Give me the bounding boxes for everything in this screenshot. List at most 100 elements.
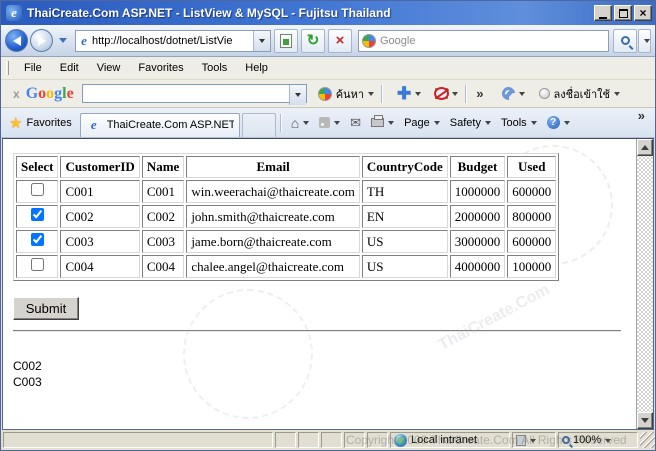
row-checkbox[interactable]: [31, 208, 44, 221]
commandbar-overflow-button[interactable]: »: [632, 108, 651, 123]
chevron-down-icon: [434, 121, 440, 128]
stop-button[interactable]: ×: [328, 29, 352, 53]
cell-email: win.weerachai@thaicreate.com: [186, 180, 360, 203]
cell-email: chalee.angel@thaicreate.com: [186, 255, 360, 278]
new-tab-stub[interactable]: [242, 113, 276, 137]
google-ball-icon: [318, 87, 332, 101]
row-checkbox[interactable]: [31, 233, 44, 246]
home-button[interactable]: ⌂: [287, 113, 313, 133]
menu-edit[interactable]: Edit: [51, 59, 88, 77]
popup-blocker-button[interactable]: [432, 86, 461, 101]
printer-icon: [371, 118, 384, 127]
chevron-down-icon: [531, 121, 537, 128]
address-bar[interactable]: e: [75, 30, 271, 52]
cell-budget: 2000000: [450, 205, 506, 228]
home-icon: ⌂: [291, 115, 299, 131]
favorites-button[interactable]: Favorites: [26, 117, 71, 129]
back-button[interactable]: [5, 29, 28, 52]
feeds-button[interactable]: [315, 115, 344, 130]
cell-used: 600000: [507, 180, 556, 203]
security-zone-segment: Local intranet: [390, 432, 510, 448]
google-ball-icon: [362, 34, 376, 48]
chevron-down-icon: [614, 92, 620, 99]
menu-tools[interactable]: Tools: [193, 59, 237, 77]
search-input[interactable]: [376, 35, 608, 47]
sign-in-button[interactable]: ลงชื่อเข้าใช้: [536, 83, 623, 105]
safety-menu-button[interactable]: Safety: [446, 115, 495, 131]
minimize-icon: [599, 17, 607, 19]
cell-customerid: C001: [60, 180, 139, 203]
menu-file[interactable]: File: [15, 59, 51, 77]
minimize-button[interactable]: [594, 5, 612, 21]
google-toolbar: x Google ค้นหา ✚ » ลงชื่อเข้าใช้: [1, 80, 655, 108]
address-dropdown-button[interactable]: [253, 31, 270, 51]
tab-thaicreate[interactable]: e ThaiCreate.Com ASP.NET - ...: [80, 113, 240, 137]
chevron-down-icon: [641, 418, 649, 427]
google-search-button[interactable]: ค้นหา: [315, 83, 377, 105]
signin-status-icon: [539, 88, 550, 99]
search-box[interactable]: [358, 30, 609, 52]
menu-help[interactable]: Help: [236, 59, 277, 77]
vertical-scrollbar[interactable]: [636, 139, 653, 429]
submit-button[interactable]: Submit: [13, 297, 79, 320]
google-logo: Google: [26, 85, 74, 103]
title-bar: e ThaiCreate.Com ASP.NET - ListView & My…: [1, 1, 655, 25]
refresh-button[interactable]: ↻: [301, 29, 325, 53]
favorites-star-icon: ★: [9, 114, 22, 132]
resize-grip[interactable]: [640, 432, 655, 448]
status-message-area: [3, 432, 273, 448]
toolbar-close-button[interactable]: x: [7, 87, 26, 101]
separator: [381, 85, 382, 103]
add-gadget-button[interactable]: ✚: [394, 85, 424, 103]
close-button[interactable]: ×: [634, 5, 652, 21]
zoom-segment[interactable]: 100%: [558, 432, 638, 448]
page-menu-label: Page: [404, 117, 430, 129]
toolbar-overflow-button[interactable]: »: [470, 86, 489, 101]
maximize-icon: [619, 9, 628, 18]
scroll-up-button[interactable]: [637, 139, 653, 156]
forward-button[interactable]: [30, 29, 53, 52]
cell-name: C001: [142, 180, 185, 203]
tools-menu-button[interactable]: Tools: [497, 115, 541, 131]
cell-customerid: C002: [60, 205, 139, 228]
table-header-row: Select CustomerID Name Email CountryCode…: [16, 156, 556, 178]
table-row: C001 C001 win.weerachai@thaicreate.com T…: [16, 180, 556, 203]
result-line: C003: [13, 374, 636, 390]
google-search-dropdown[interactable]: [289, 85, 306, 105]
maximize-button[interactable]: [614, 5, 632, 21]
row-checkbox[interactable]: [31, 183, 44, 196]
scroll-down-button[interactable]: [637, 412, 653, 429]
col-header-used: Used: [507, 156, 556, 178]
sign-in-label: ลงชื่อเข้าใช้: [554, 85, 610, 103]
cell-used: 800000: [507, 205, 556, 228]
row-checkbox[interactable]: [31, 258, 44, 271]
page-content-area: THAICREATE.COM Version 2009 ThaiCreate.C…: [2, 138, 654, 430]
chevron-down-icon: [605, 439, 611, 446]
protected-mode-segment[interactable]: [512, 432, 556, 448]
print-button[interactable]: [367, 115, 398, 130]
result-line: C002: [13, 358, 636, 374]
page-menu-button[interactable]: Page: [400, 115, 444, 131]
toolbar-settings-button[interactable]: [498, 85, 528, 103]
compatibility-view-button[interactable]: [274, 29, 298, 53]
status-cell: [367, 432, 388, 448]
google-search-field[interactable]: [82, 84, 307, 103]
address-input[interactable]: [92, 35, 253, 47]
google-search-input[interactable]: [83, 85, 289, 102]
search-go-button[interactable]: [613, 29, 637, 53]
cell-customerid: C004: [60, 255, 139, 278]
navigation-bar: e ↻ ×: [1, 25, 655, 57]
back-arrow-icon: [13, 36, 21, 46]
help-menu-button[interactable]: ?: [543, 114, 574, 131]
cell-name: C003: [142, 230, 185, 253]
toolbar-grip[interactable]: [6, 61, 9, 75]
history-dropdown-button[interactable]: [59, 38, 67, 47]
cell-countrycode: US: [362, 230, 448, 253]
plus-icon: ✚: [397, 87, 411, 101]
menu-view[interactable]: View: [88, 59, 130, 77]
cell-budget: 3000000: [450, 230, 506, 253]
search-options-button[interactable]: [638, 29, 651, 53]
chevron-down-icon: [644, 39, 650, 46]
menu-favorites[interactable]: Favorites: [129, 59, 192, 77]
read-mail-button[interactable]: ✉: [346, 113, 365, 133]
